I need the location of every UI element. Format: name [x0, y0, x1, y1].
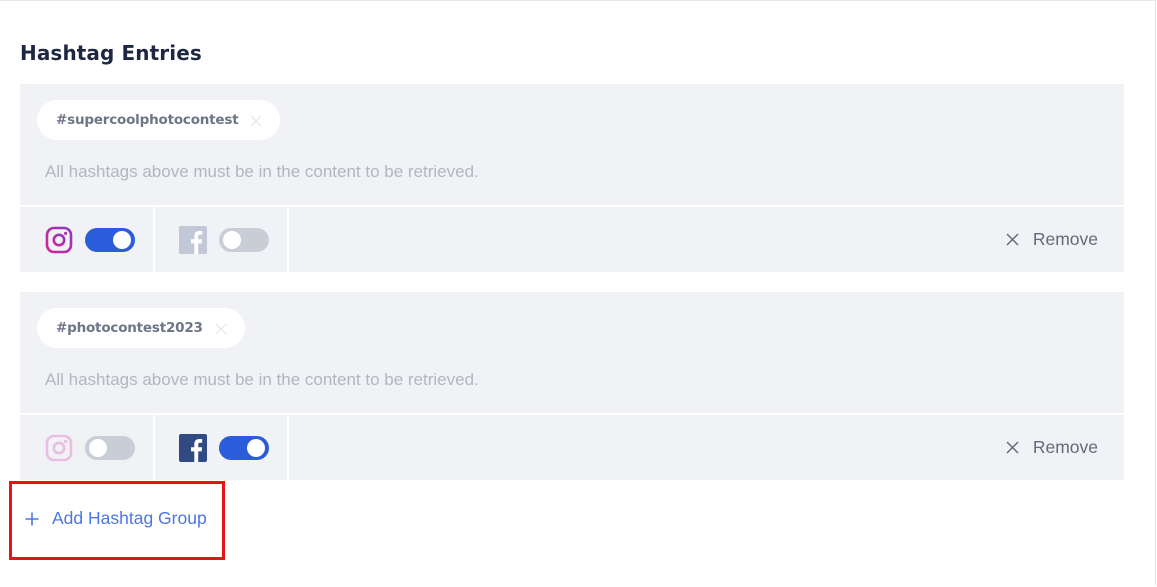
toggle-knob: [223, 230, 241, 249]
toggle-knob: [89, 438, 107, 457]
divider: [153, 415, 155, 480]
remove-button[interactable]: Remove: [1006, 415, 1098, 480]
divider: [287, 207, 289, 272]
hashtag-chip-label: #photocontest2023: [56, 320, 203, 336]
instagram-icon: [45, 434, 73, 462]
remove-label: Remove: [1032, 437, 1098, 457]
facebook-toggle[interactable]: [219, 227, 269, 252]
hashtag-group: #photocontest2023 All hashtags above mus…: [20, 292, 1124, 480]
hashtag-hint: All hashtags above must be in the conten…: [45, 162, 479, 181]
close-icon: [1006, 233, 1019, 246]
toggle-knob: [247, 438, 265, 457]
hashtag-hint: All hashtags above must be in the conten…: [45, 370, 479, 389]
content-panel: Hashtag Entries #supercoolphotocontest A…: [0, 0, 1156, 586]
chip-close-icon[interactable]: [215, 322, 227, 335]
remove-button[interactable]: Remove: [1006, 207, 1098, 272]
chip-close-icon[interactable]: [250, 114, 262, 127]
facebook-control: [179, 415, 269, 480]
facebook-control: [179, 207, 269, 272]
highlight-box: [9, 481, 225, 560]
instagram-toggle[interactable]: [85, 227, 135, 252]
instagram-toggle[interactable]: [85, 435, 135, 460]
remove-label: Remove: [1032, 229, 1098, 249]
hashtag-group: #supercoolphotocontest All hashtags abov…: [20, 84, 1124, 272]
hashtag-chip-label: #supercoolphotocontest: [56, 112, 239, 128]
hashtag-chip: #photocontest2023: [37, 308, 245, 348]
facebook-icon: [179, 433, 207, 462]
hashtag-chip: #supercoolphotocontest: [37, 100, 281, 140]
instagram-control: [45, 415, 135, 480]
divider: [287, 415, 289, 480]
divider: [153, 207, 155, 272]
close-icon: [1006, 441, 1019, 454]
facebook-icon: [179, 225, 207, 254]
instagram-control: [45, 207, 135, 272]
instagram-icon: [45, 226, 73, 254]
section-title: Hashtag Entries: [20, 41, 202, 65]
facebook-toggle[interactable]: [219, 435, 269, 460]
toggle-knob: [113, 230, 131, 249]
